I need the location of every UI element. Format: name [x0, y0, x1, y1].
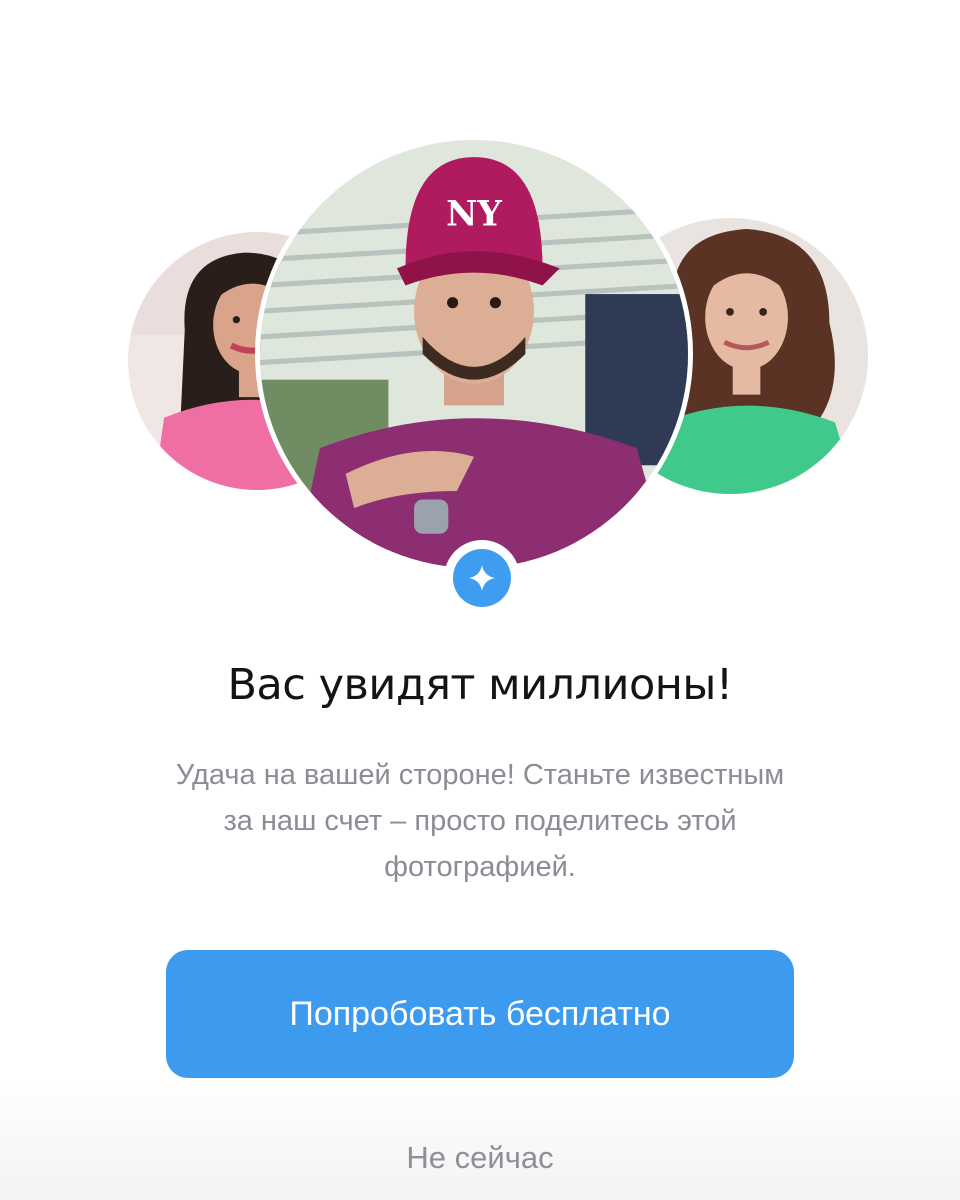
promo-description-line: фотографией. [384, 851, 576, 883]
promo-screen: NY Вас увидят миллионы! Удача на вашей с… [0, 0, 960, 1200]
not-now-link[interactable]: Не сейчас [0, 1140, 960, 1176]
promo-title: Вас увидят миллионы! [227, 660, 733, 710]
avatar-main: NY [260, 140, 688, 568]
try-free-button[interactable]: Попробовать бесплатно [166, 950, 794, 1078]
star-badge [444, 540, 520, 616]
promo-description: Удача на вашей стороне! Станьте известны… [80, 752, 880, 890]
promo-description-line: за наш счет – просто поделитесь этой [223, 805, 737, 837]
sparkle-star-icon [453, 549, 511, 607]
svg-text:NY: NY [446, 195, 502, 235]
promo-description-line: Удача на вашей стороне! Станьте известны… [175, 759, 785, 791]
